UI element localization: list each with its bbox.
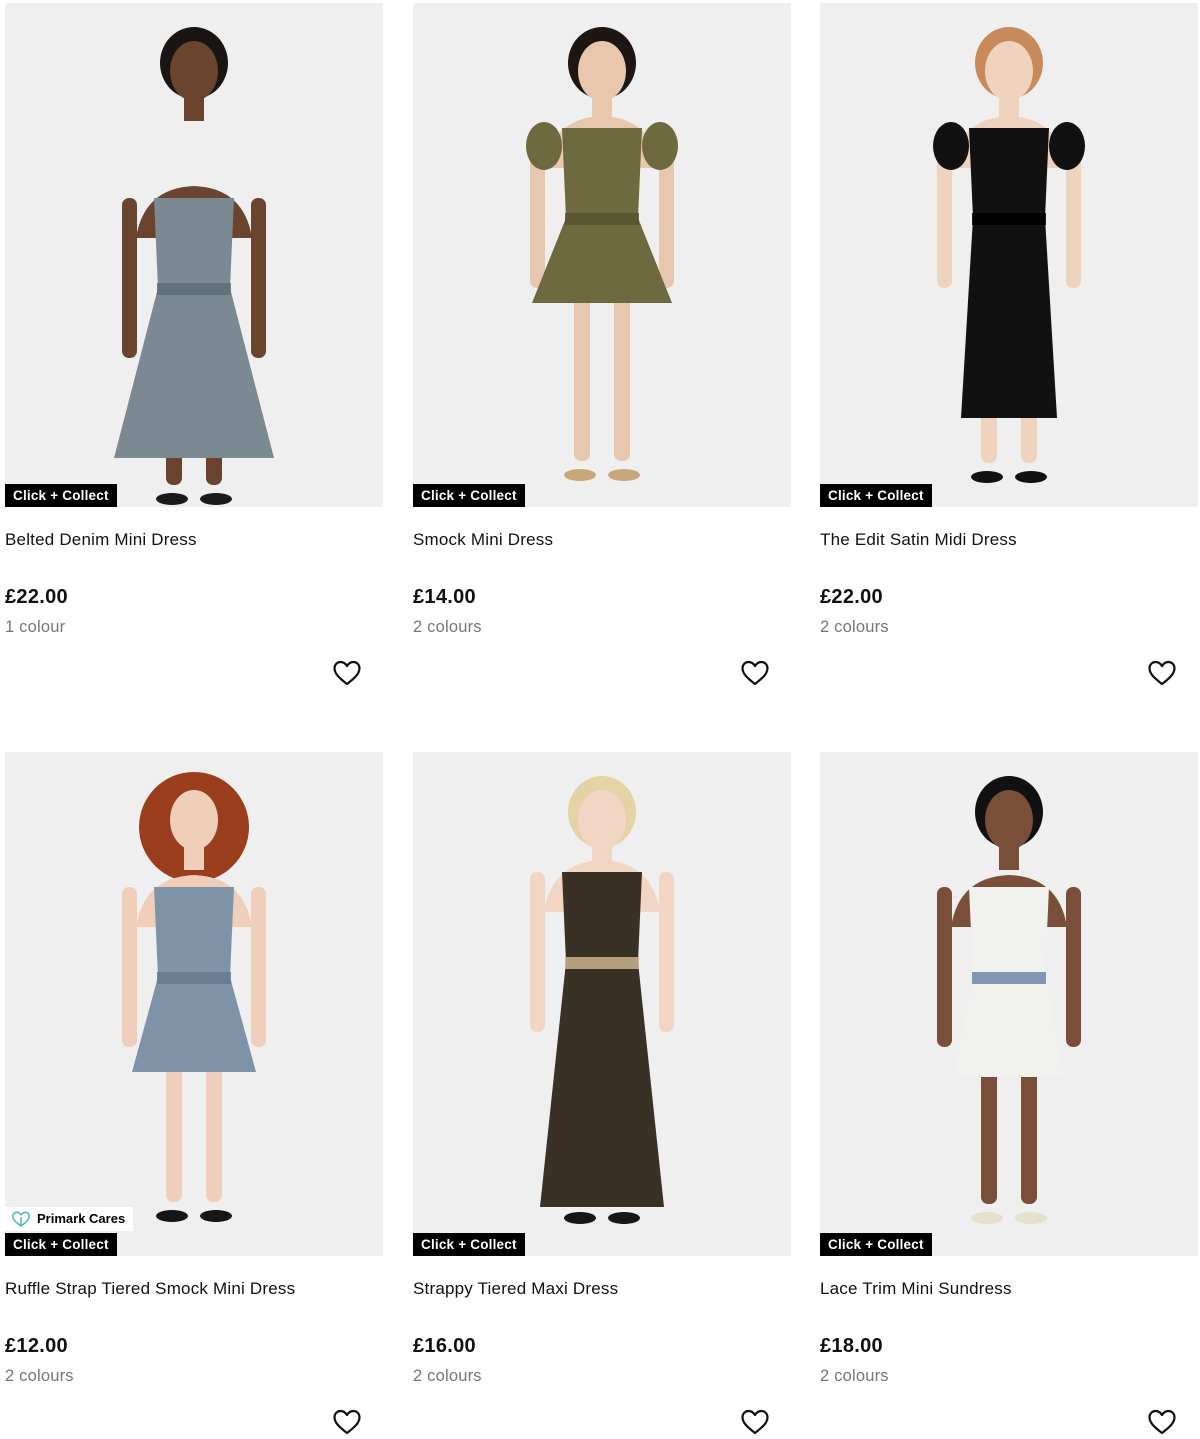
product-title[interactable]: The Edit Satin Midi Dress (820, 530, 1017, 550)
product-colours: 2 colours (820, 618, 889, 636)
product-photo (413, 3, 791, 507)
primark-cares-badge: Primark Cares (5, 1207, 134, 1231)
product-price: £12.00 (5, 1335, 68, 1357)
wishlist-heart-icon[interactable] (1146, 657, 1178, 689)
product-price: £14.00 (413, 586, 476, 608)
product-colours: 2 colours (413, 618, 482, 636)
click-collect-badge: Click + Collect (5, 484, 117, 507)
product-photo (820, 3, 1198, 507)
product-title[interactable]: Smock Mini Dress (413, 530, 553, 550)
product-image[interactable]: Click + Collect (820, 3, 1198, 507)
product-price: £22.00 (820, 586, 883, 608)
wishlist-heart-icon[interactable] (331, 657, 363, 689)
product-colours: 1 colour (5, 618, 66, 636)
heart-leaf-icon (12, 1211, 30, 1227)
product-image[interactable]: Click + Collect (413, 3, 791, 507)
product-colours: 2 colours (820, 1367, 889, 1385)
product-price: £22.00 (5, 586, 68, 608)
wishlist-heart-icon[interactable] (331, 1406, 363, 1438)
click-collect-badge: Click + Collect (5, 1233, 117, 1256)
product-title[interactable]: Strappy Tiered Maxi Dress (413, 1279, 618, 1299)
product-title[interactable]: Belted Denim Mini Dress (5, 530, 197, 550)
wishlist-heart-icon[interactable] (739, 657, 771, 689)
product-colours: 2 colours (5, 1367, 74, 1385)
primark-cares-label: Primark Cares (37, 1211, 126, 1226)
product-colours: 2 colours (413, 1367, 482, 1385)
product-photo (820, 752, 1198, 1256)
product-price: £16.00 (413, 1335, 476, 1357)
click-collect-badge: Click + Collect (413, 484, 525, 507)
product-image[interactable]: Click + Collect (413, 752, 791, 1256)
product-image[interactable]: Click + Collect (5, 3, 383, 507)
product-title[interactable]: Lace Trim Mini Sundress (820, 1279, 1012, 1299)
wishlist-heart-icon[interactable] (1146, 1406, 1178, 1438)
product-title[interactable]: Ruffle Strap Tiered Smock Mini Dress (5, 1279, 295, 1299)
product-photo (5, 3, 383, 507)
product-image[interactable]: Primark Cares Click + Collect (5, 752, 383, 1256)
click-collect-badge: Click + Collect (820, 484, 932, 507)
wishlist-heart-icon[interactable] (739, 1406, 771, 1438)
product-photo (5, 752, 383, 1256)
product-image[interactable]: Click + Collect (820, 752, 1198, 1256)
click-collect-badge: Click + Collect (820, 1233, 932, 1256)
click-collect-badge: Click + Collect (413, 1233, 525, 1256)
product-photo (413, 752, 791, 1256)
product-price: £18.00 (820, 1335, 883, 1357)
